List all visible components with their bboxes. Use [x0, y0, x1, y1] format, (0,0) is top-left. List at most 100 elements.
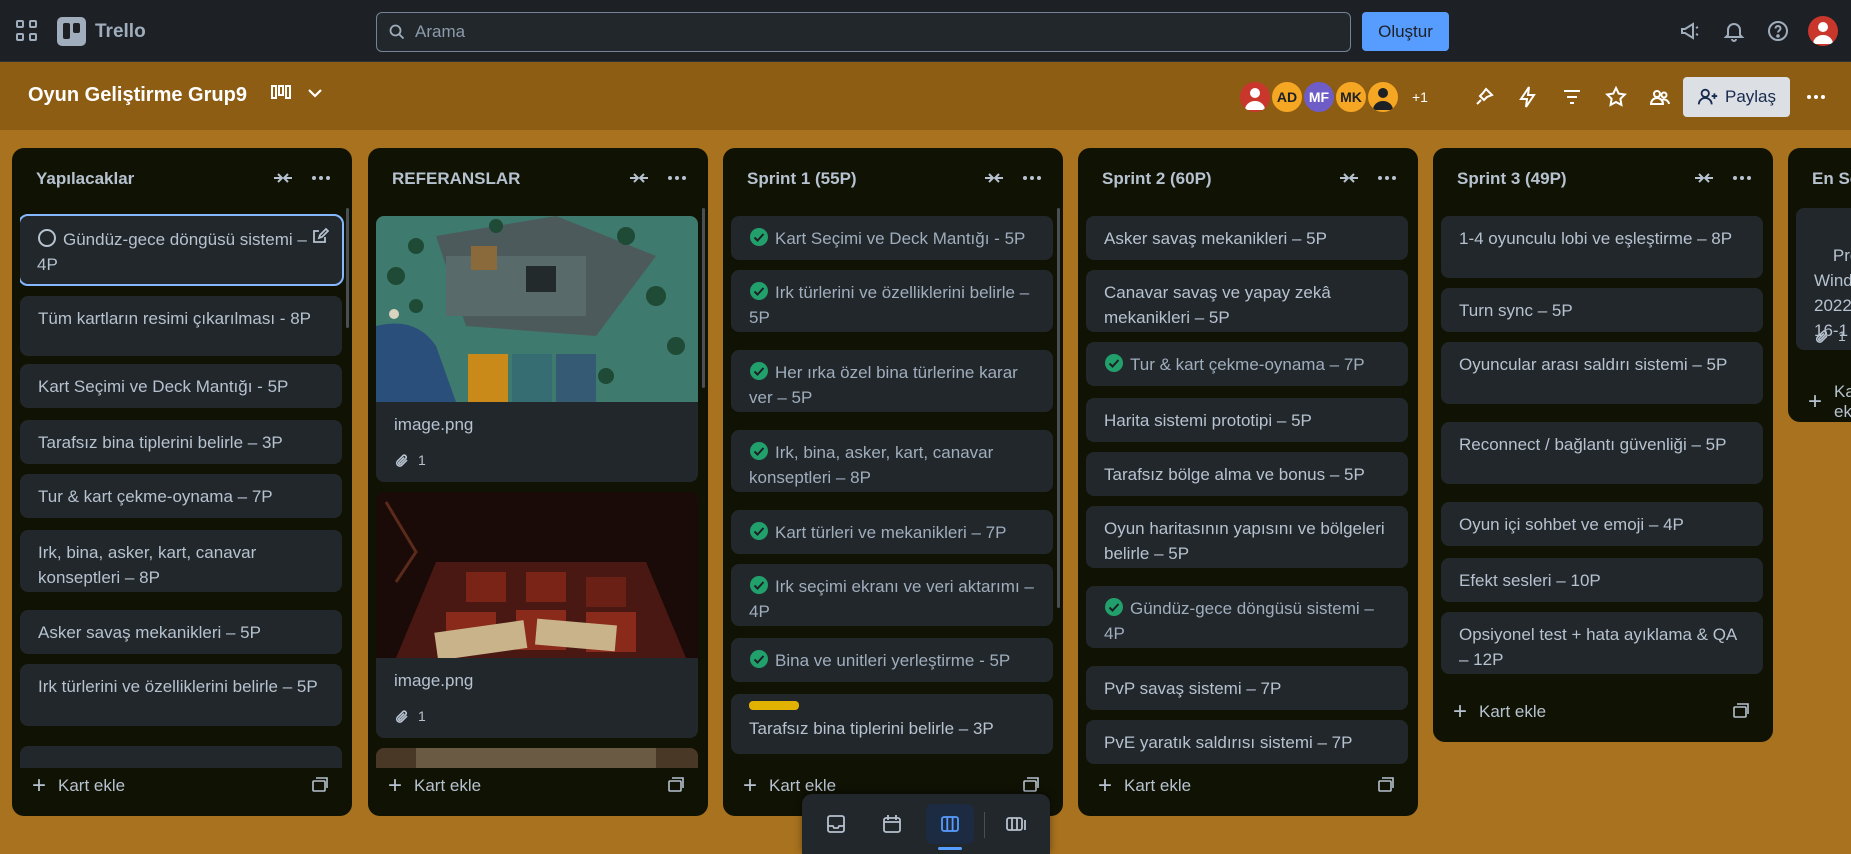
card[interactable]: Irk türlerini ve özelliklerini belirle –…	[731, 270, 1053, 332]
card[interactable]: image.png 1	[376, 216, 698, 482]
card[interactable]: Tarafsız bina tiplerini belirle – 3P	[731, 694, 1053, 754]
check-circle-icon[interactable]	[749, 521, 769, 541]
power-ups-icon[interactable]	[1472, 85, 1496, 109]
card[interactable]: Efekt sesleri – 10P	[1441, 558, 1763, 602]
create-button[interactable]: Oluştur	[1362, 12, 1449, 51]
card[interactable]: Proje Wind 2022 16-1 1	[1796, 208, 1851, 350]
edit-icon[interactable]	[311, 227, 329, 245]
search-input[interactable]	[415, 22, 1315, 42]
card-template-icon[interactable]	[1021, 776, 1041, 796]
list-menu-icon[interactable]	[1021, 167, 1043, 189]
app-switcher-icon[interactable]	[16, 20, 38, 42]
card[interactable]: Oyun içi sohbet ve emoji – 4P	[1441, 502, 1763, 546]
card[interactable]	[376, 748, 698, 768]
card[interactable]: image.png 1	[376, 492, 698, 738]
automation-icon[interactable]	[1516, 85, 1540, 109]
member-avatar[interactable]	[1366, 80, 1400, 114]
add-card-button[interactable]: + Kart ekle	[388, 774, 481, 798]
list-menu-icon[interactable]	[1376, 167, 1398, 189]
list-title[interactable]: Sprint 2 (60P)	[1102, 169, 1212, 189]
card[interactable]: Irk, bina, asker, kart, canavar konseptl…	[731, 430, 1053, 492]
card[interactable]: PvP savaş sistemi – 7P	[1086, 666, 1408, 710]
check-circle-icon[interactable]	[749, 227, 769, 247]
inbox-button[interactable]	[812, 804, 860, 844]
collapse-list-icon[interactable]	[1338, 167, 1360, 189]
circle-checkbox-icon[interactable]	[37, 228, 57, 248]
card[interactable]: Harita sistemi prototipi – 5P	[1086, 398, 1408, 442]
card[interactable]: Turn sync – 5P	[1441, 288, 1763, 332]
card[interactable]: Tarafsız bölge alma ve bonus – 5P	[1086, 452, 1408, 496]
visibility-icon[interactable]	[1648, 85, 1672, 109]
card-template-icon[interactable]	[1376, 776, 1396, 796]
card[interactable]	[20, 746, 342, 768]
card[interactable]: Her ırka özel bina türlerine karar ver –…	[731, 350, 1053, 412]
collapse-list-icon[interactable]	[983, 167, 1005, 189]
card[interactable]: Opsiyonel test + hata ayıklama & QA – 12…	[1441, 612, 1763, 674]
card[interactable]: Kart türleri ve mekanikleri – 7P	[731, 510, 1053, 554]
list-title[interactable]: Sprint 1 (55P)	[747, 169, 857, 189]
check-circle-icon[interactable]	[749, 361, 769, 381]
card[interactable]: Tarafsız bina tiplerini belirle – 3P	[20, 420, 342, 464]
collapse-list-icon[interactable]	[1693, 167, 1715, 189]
member-avatar[interactable]: MK	[1334, 80, 1368, 114]
card[interactable]: Tur & kart çekme-oynama – 7P	[20, 474, 342, 518]
card[interactable]: Kart Seçimi ve Deck Mantığı - 5P	[20, 364, 342, 408]
check-circle-icon[interactable]	[749, 649, 769, 669]
card[interactable]: Oyuncular arası saldırı sistemi – 5P	[1441, 342, 1763, 404]
planner-button[interactable]	[868, 804, 916, 844]
trello-logo[interactable]: Trello	[57, 17, 146, 46]
card[interactable]: Bina ve unitleri yerleştirme - 5P	[731, 638, 1053, 682]
list-menu-icon[interactable]	[310, 167, 332, 189]
card[interactable]: Kart Seçimi ve Deck Mantığı - 5P	[731, 216, 1053, 260]
list-title[interactable]: Sprint 3 (49P)	[1457, 169, 1567, 189]
check-circle-icon[interactable]	[1104, 597, 1124, 617]
card[interactable]: Tüm kartların resimi çıkarılması - 8P	[20, 296, 342, 356]
card[interactable]: Oyun haritasının yapısını ve bölgeleri b…	[1086, 506, 1408, 568]
list-title[interactable]: En So	[1812, 169, 1851, 189]
more-icon[interactable]	[1804, 85, 1828, 109]
add-card-button[interactable]: + Kart ekle	[32, 774, 125, 798]
card[interactable]: Irk, bina, asker, kart, canavar konseptl…	[20, 530, 342, 592]
card-template-icon[interactable]	[1731, 702, 1751, 722]
board-title[interactable]: Oyun Geliştirme Grup9	[28, 84, 247, 107]
list-title[interactable]: REFERANSLAR	[392, 169, 520, 189]
card[interactable]: Canavar savaş ve yapay zekâ mekanikleri …	[1086, 270, 1408, 332]
filter-icon[interactable]	[1560, 85, 1584, 109]
collapse-list-icon[interactable]	[628, 167, 650, 189]
check-circle-icon[interactable]	[1104, 353, 1124, 373]
card-template-icon[interactable]	[310, 776, 330, 796]
board-members[interactable]: AD MF MK +1	[1238, 80, 1428, 114]
card[interactable]: Asker savaş mekanikleri – 5P	[1086, 216, 1408, 260]
card[interactable]: Gündüz-gece döngüsü sistemi – 4P	[20, 214, 344, 286]
check-circle-icon[interactable]	[749, 281, 769, 301]
help-icon[interactable]	[1766, 19, 1790, 43]
card[interactable]: Asker savaş mekanikleri – 5P	[20, 610, 342, 654]
user-avatar[interactable]	[1808, 16, 1838, 46]
check-circle-icon[interactable]	[749, 575, 769, 595]
card-label-yellow[interactable]	[749, 701, 799, 710]
member-avatar[interactable]: MF	[1302, 80, 1336, 114]
card[interactable]: Irk seçimi ekranı ve veri aktarımı – 4P	[731, 564, 1053, 626]
add-card-button[interactable]: + Kart ekle	[1453, 700, 1546, 724]
megaphone-icon[interactable]	[1678, 19, 1702, 43]
card[interactable]: Tur & kart çekme-oynama – 7P	[1086, 342, 1408, 386]
card[interactable]: PvE yaratık saldırısı sistemi – 7P	[1086, 720, 1408, 764]
search-bar[interactable]	[376, 12, 1351, 52]
list-scrollbar[interactable]	[1057, 208, 1060, 608]
extra-members-count[interactable]: +1	[1412, 89, 1428, 114]
member-avatar[interactable]: AD	[1270, 80, 1304, 114]
add-card-button[interactable]: + Kart ekle	[1808, 382, 1851, 422]
board-view-switcher[interactable]	[270, 82, 326, 104]
star-icon[interactable]	[1604, 85, 1628, 109]
list-scrollbar[interactable]	[702, 208, 705, 388]
check-circle-icon[interactable]	[749, 441, 769, 461]
card-template-icon[interactable]	[666, 776, 686, 796]
card[interactable]: Reconnect / bağlantı güvenliği – 5P	[1441, 422, 1763, 484]
list-menu-icon[interactable]	[1731, 167, 1753, 189]
add-card-button[interactable]: + Kart ekle	[1098, 774, 1191, 798]
board-button[interactable]	[926, 804, 974, 850]
bell-icon[interactable]	[1722, 19, 1746, 43]
collapse-list-icon[interactable]	[272, 167, 294, 189]
card[interactable]: Irk türlerini ve özelliklerini belirle –…	[20, 664, 342, 726]
share-button[interactable]: Paylaş	[1683, 77, 1790, 117]
